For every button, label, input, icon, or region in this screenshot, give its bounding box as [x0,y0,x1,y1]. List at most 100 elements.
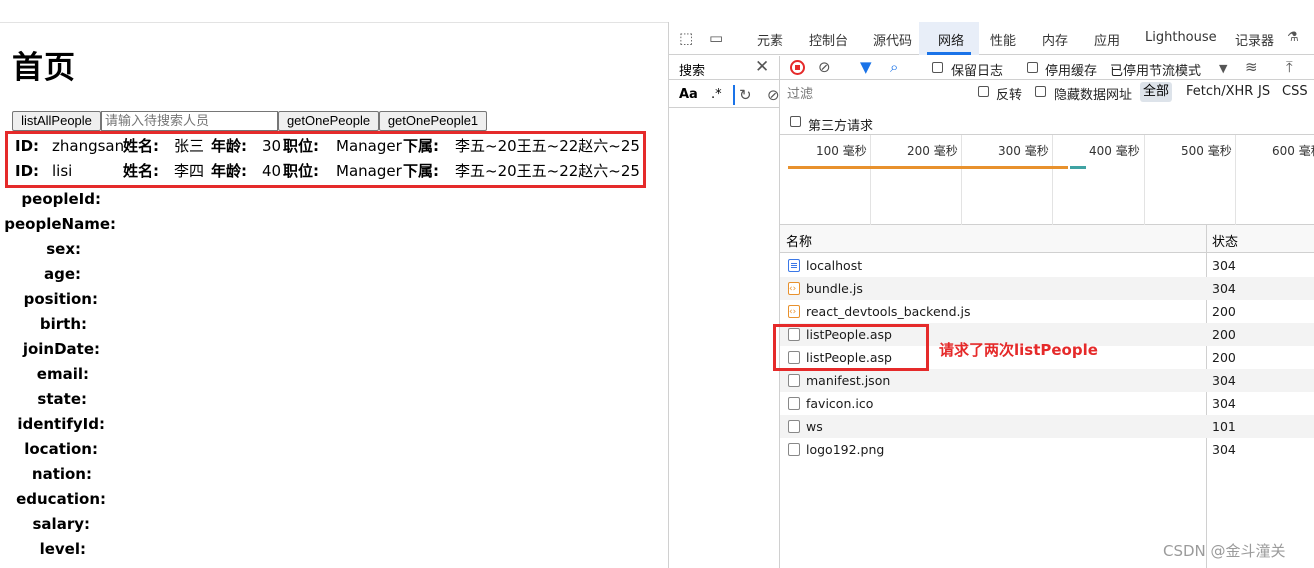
request-row[interactable]: favicon.ico 304 [780,392,1314,415]
text-cursor [733,85,735,105]
request-status: 304 [1212,396,1236,411]
search-icon[interactable]: ⌕ [890,59,898,75]
request-status: 200 [1212,304,1236,319]
devtools-panel: ⬚ ▭ 元素 控制台 源代码 网络 性能 内存 应用 Lighthouse 记录… [669,22,1314,568]
position-value: Manager [336,162,402,180]
field-label: sex: [46,240,81,258]
request-row[interactable]: react_devtools_backend.js 200 [780,300,1314,324]
request-name: manifest.json [806,373,891,388]
upload-icon[interactable]: ⤒ [1286,59,1293,75]
tab-performance[interactable]: 性能 [990,30,1016,49]
request-status: 304 [1212,442,1236,457]
page-title: 首页 [12,50,76,86]
timeline-gridline [961,135,962,225]
request-status: 200 [1212,327,1236,342]
search-pane: 搜索 ✕ Aa .* ↻ ⊘ [669,56,780,568]
field-label: state: [37,390,87,408]
clear-log-icon[interactable]: ⊘ [818,59,831,75]
tab-elements[interactable]: 元素 [757,30,783,49]
timeline-gridline [1052,135,1053,225]
field-label: level: [39,540,86,558]
subordinate-value: 李五~20王五~22赵六~25 [455,162,640,180]
refresh-icon[interactable]: ↻ [739,87,752,103]
column-header-name[interactable]: 名称 [786,231,812,250]
field-label: joinDate: [22,340,100,358]
disable-cache-label: 停用缓存 [1045,64,1098,79]
tab-memory[interactable]: 内存 [1042,30,1068,49]
age-label: 年龄: [211,162,247,180]
subordinate-value: 李五~20王五~22赵六~25 [455,137,640,155]
regex-toggle[interactable]: .* [711,87,722,102]
flask-icon: ⚗ [1287,30,1299,45]
filter-input[interactable] [784,83,964,103]
script-icon [788,301,800,324]
field-label: peopleId: [21,190,101,208]
file-icon [788,397,800,410]
annotation-text: 请求了两次listPeople [939,341,1098,359]
hide-data-urls-checkbox[interactable] [1035,86,1046,97]
field-label: education: [16,490,106,508]
tab-sources[interactable]: 源代码 [873,30,912,49]
timeline-tick-label: 400 毫秒 [1089,144,1140,158]
throttling-select[interactable]: 已停用节流模式 [1110,60,1201,79]
match-case-toggle[interactable]: Aa [679,87,698,102]
record-stop-icon[interactable] [790,60,805,75]
close-icon[interactable]: ✕ [755,57,769,77]
script-icon [788,278,800,301]
request-name: favicon.ico [806,396,874,411]
invert-checkbox[interactable] [978,86,989,97]
device-toolbar-icon[interactable]: ▭ [709,30,723,46]
request-status: 200 [1212,350,1236,365]
request-row[interactable]: manifest.json 304 [780,369,1314,392]
tab-console[interactable]: 控制台 [809,30,848,49]
search-people-input[interactable] [101,111,278,131]
timeline-gridline [870,135,871,225]
inspect-element-icon[interactable]: ⬚ [679,30,693,46]
request-name: logo192.png [806,442,885,457]
network-toolbar: ⊘ ▼ ⌕ 保留日志 停用缓存 已停用节流模式 ▼ ≋ ⤒ [780,56,1314,80]
third-party-checkbox[interactable] [790,116,801,127]
third-party-label: 第三方请求 [808,119,874,134]
tab-network[interactable]: 网络 [938,30,964,49]
tab-application[interactable]: 应用 [1094,30,1120,49]
preserve-log-checkbox[interactable] [932,62,943,73]
field-label: nation: [31,465,92,483]
chevron-down-icon[interactable]: ▼ [1219,61,1227,77]
position-value: Manager [336,137,402,155]
filter-js-button[interactable]: JS [1258,84,1270,99]
request-row[interactable]: ws 101 [780,415,1314,438]
search-pane-title: 搜索 [679,64,706,79]
request-name: bundle.js [806,281,863,296]
tab-recorder[interactable]: 记录器 [1235,30,1274,49]
file-icon [788,374,800,387]
clear-icon[interactable]: ⊘ [767,87,780,103]
network-conditions-icon[interactable]: ≋ [1245,59,1258,75]
request-status: 304 [1212,258,1236,273]
filter-css-button[interactable]: CSS [1282,84,1308,99]
disable-cache-checkbox[interactable] [1027,62,1038,73]
get-one-people-button[interactable]: getOnePeople [278,111,379,131]
field-label: peopleName: [4,215,116,233]
subordinate-label: 下属: [403,137,439,155]
age-value: 30 [262,137,282,155]
field-label: birth: [39,315,87,333]
name-label: 姓名: [123,137,159,155]
hide-data-urls-label: 隐藏数据网址 [1054,88,1133,103]
filter-fetch-xhr-button[interactable]: Fetch/XHR [1186,84,1253,99]
id-label: ID: [15,162,40,180]
filter-all-button[interactable]: 全部 [1140,82,1173,102]
request-row[interactable]: localhost 304 [780,254,1314,277]
tab-lighthouse[interactable]: Lighthouse [1145,30,1217,45]
get-one-people1-button[interactable]: getOnePeople1 [379,111,487,131]
name-label: 姓名: [123,162,159,180]
id-value: lisi [52,162,73,180]
id-label: ID: [15,137,40,155]
list-all-people-button[interactable]: listAllPeople [12,111,101,131]
column-header-status[interactable]: 状态 [1212,231,1238,250]
request-row[interactable]: bundle.js 304 [780,277,1314,301]
request-table: 名称 状态 localhost 304 bundle.js 304 react_… [780,225,1314,568]
request-row[interactable]: logo192.png 304 [780,438,1314,461]
active-tab-indicator [927,52,971,55]
network-timeline[interactable]: 100 毫秒 200 毫秒 300 毫秒 400 毫秒 500 毫秒 600 毫… [780,135,1314,225]
filter-icon[interactable]: ▼ [860,59,872,75]
